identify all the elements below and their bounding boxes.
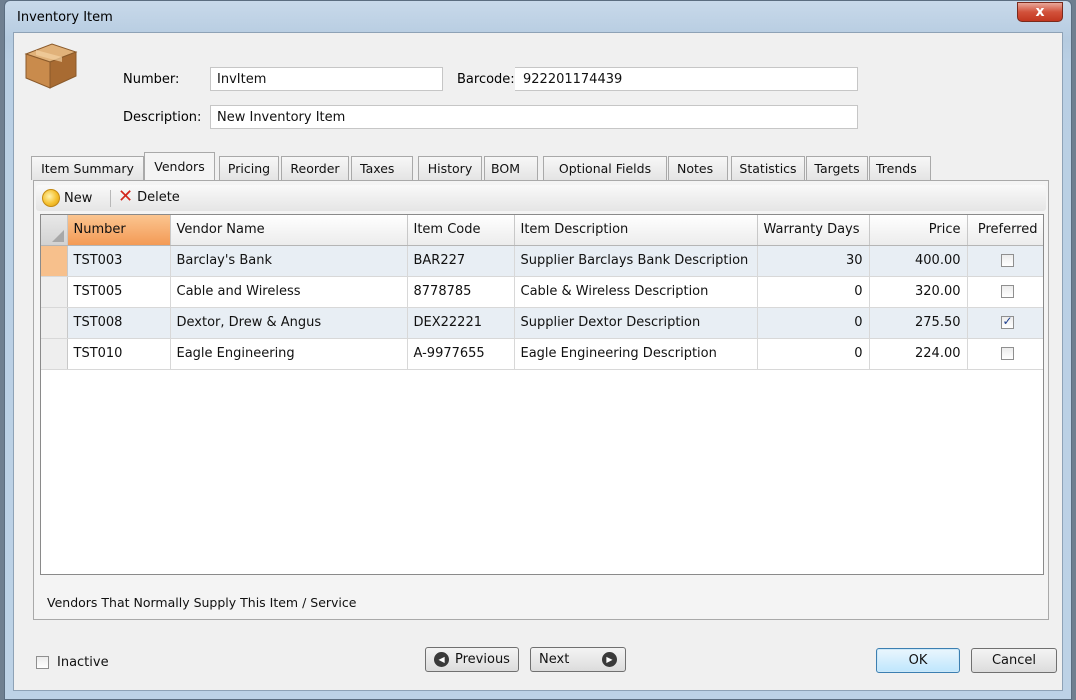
cell-warranty-days[interactable]: 30 [757,245,870,277]
previous-button[interactable]: ◀ Previous [425,647,519,672]
table-row[interactable]: TST003 Barclay's Bank BAR227 Supplier Ba… [41,245,1043,277]
cell-warranty-days[interactable]: 0 [757,307,870,339]
window-title: Inventory Item [17,10,113,25]
tab-pricing[interactable]: Pricing [219,156,279,180]
cancel-button[interactable]: Cancel [971,648,1057,673]
cell-preferred[interactable] [967,338,1043,370]
cell-vendor-name[interactable]: Dextor, Drew & Angus [170,307,408,339]
cell-number[interactable]: TST010 [67,338,171,370]
row-selector[interactable] [41,338,68,370]
column-header-price[interactable]: Price [869,215,968,246]
column-header-warranty-days[interactable]: Warranty Days [757,215,870,246]
next-button-label: Next [539,652,570,667]
tab-bom[interactable]: BOM [484,156,538,180]
column-header-number[interactable]: Number [67,215,171,246]
grid-toolbar: New ✕ Delete [36,185,1046,211]
cell-price[interactable]: 224.00 [869,338,968,370]
cell-preferred[interactable] [967,307,1043,339]
next-button[interactable]: Next ▶ [530,647,626,672]
row-selector[interactable] [41,276,68,308]
tab-item-summary[interactable]: Item Summary [31,156,144,180]
new-button[interactable]: New [42,189,92,207]
cell-item-description[interactable]: Supplier Barclays Bank Description [514,245,758,277]
tab-targets[interactable]: Targets [806,156,868,180]
previous-button-label: Previous [455,652,510,667]
cell-number[interactable]: TST005 [67,276,171,308]
select-all-corner[interactable] [41,215,68,246]
tab-vendors[interactable]: Vendors [144,152,215,180]
preferred-checkbox[interactable] [1000,314,1014,329]
panel-caption: Vendors That Normally Supply This Item /… [47,595,357,610]
tab-notes[interactable]: Notes [668,156,728,180]
cell-preferred[interactable] [967,245,1043,277]
grid-header-row: Number Vendor Name Item Code Item Descri… [41,215,1043,246]
delete-x-icon: ✕ [118,186,134,207]
inactive-checkbox[interactable] [36,656,49,669]
number-field[interactable]: InvItem [210,67,443,91]
corner-triangle-icon [51,229,64,242]
vendors-panel: New ✕ Delete Number Vendor Name Item Cod… [33,180,1049,620]
close-button[interactable]: x [1017,2,1063,22]
cell-vendor-name[interactable]: Cable and Wireless [170,276,408,308]
cell-item-code[interactable]: BAR227 [407,245,515,277]
cell-item-code[interactable]: DEX22221 [407,307,515,339]
row-selector[interactable] [41,245,68,277]
close-icon: x [1035,4,1045,20]
inactive-label: Inactive [57,655,109,670]
tab-taxes[interactable]: Taxes [351,156,413,180]
new-button-label: New [64,190,93,206]
toolbar-separator [110,190,111,207]
preferred-checkbox[interactable] [1000,285,1014,298]
new-star-icon [42,189,60,207]
delete-button[interactable]: ✕ Delete [118,186,180,207]
preferred-checkbox[interactable] [1000,347,1014,360]
description-field[interactable]: New Inventory Item [210,105,858,129]
cell-price[interactable]: 400.00 [869,245,968,277]
cell-item-description[interactable]: Eagle Engineering Description [514,338,758,370]
table-row[interactable]: TST008 Dextor, Drew & Angus DEX22221 Sup… [41,307,1043,339]
cell-warranty-days[interactable]: 0 [757,338,870,370]
table-row[interactable]: TST010 Eagle Engineering A-9977655 Eagle… [41,338,1043,370]
column-header-item-code[interactable]: Item Code [407,215,515,246]
package-box-icon [24,43,78,89]
barcode-field[interactable]: 922201174439 [515,67,858,91]
column-header-preferred[interactable]: Preferred [967,215,1043,246]
column-header-vendor-name[interactable]: Vendor Name [170,215,408,246]
vendors-grid[interactable]: Number Vendor Name Item Code Item Descri… [40,214,1044,575]
cell-price[interactable]: 320.00 [869,276,968,308]
column-header-item-description[interactable]: Item Description [514,215,758,246]
cell-number[interactable]: TST003 [67,245,171,277]
table-row[interactable]: TST005 Cable and Wireless 8778785 Cable … [41,276,1043,308]
cell-vendor-name[interactable]: Barclay's Bank [170,245,408,277]
tab-statistics[interactable]: Statistics [731,156,805,180]
cell-item-description[interactable]: Supplier Dextor Description [514,307,758,339]
cell-item-code[interactable]: A-9977655 [407,338,515,370]
delete-button-label: Delete [137,189,180,205]
tab-trends[interactable]: Trends [869,156,931,180]
next-arrow-icon: ▶ [602,652,617,667]
ok-button[interactable]: OK [876,648,960,673]
cell-preferred[interactable] [967,276,1043,308]
number-label: Number: [123,72,180,87]
cell-item-code[interactable]: 8778785 [407,276,515,308]
cell-warranty-days[interactable]: 0 [757,276,870,308]
row-selector[interactable] [41,307,68,339]
inactive-option[interactable]: Inactive [36,655,109,670]
barcode-label: Barcode: [457,72,515,87]
previous-arrow-icon: ◀ [434,652,450,667]
tab-optional-fields[interactable]: Optional Fields [543,156,667,180]
description-label: Description: [123,110,202,125]
title-bar[interactable]: Inventory Item x [5,1,1071,31]
tab-history[interactable]: History [418,156,482,180]
cell-price[interactable]: 275.50 [869,307,968,339]
cell-vendor-name[interactable]: Eagle Engineering [170,338,408,370]
preferred-checkbox[interactable] [1000,254,1014,267]
vendors-table: Number Vendor Name Item Code Item Descri… [41,215,1043,370]
cell-number[interactable]: TST008 [67,307,171,339]
tab-reorder[interactable]: Reorder [281,156,349,180]
cell-item-description[interactable]: Cable & Wireless Description [514,276,758,308]
